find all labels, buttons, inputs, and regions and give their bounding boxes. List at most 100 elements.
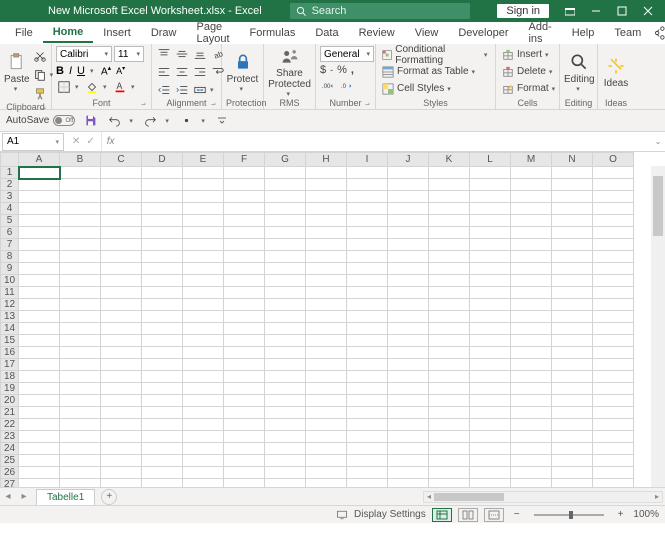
cell[interactable] [19, 431, 60, 443]
cell[interactable] [388, 227, 429, 239]
cell[interactable] [183, 323, 224, 335]
cell[interactable] [101, 395, 142, 407]
cell[interactable] [593, 407, 634, 419]
cell[interactable] [60, 395, 101, 407]
cell[interactable] [265, 203, 306, 215]
save-button[interactable] [81, 112, 99, 130]
cell[interactable] [224, 215, 265, 227]
cell[interactable] [142, 335, 183, 347]
cell[interactable] [552, 215, 593, 227]
cell[interactable] [511, 431, 552, 443]
col-header[interactable]: M [511, 153, 552, 167]
zoom-in-button[interactable]: + [614, 509, 628, 520]
row-header[interactable]: 9 [1, 263, 19, 275]
cell[interactable] [388, 479, 429, 488]
cell[interactable] [265, 275, 306, 287]
col-header[interactable]: B [60, 153, 101, 167]
cell[interactable] [511, 203, 552, 215]
cell[interactable] [224, 227, 265, 239]
cell[interactable] [183, 335, 224, 347]
cell[interactable] [306, 179, 347, 191]
cell[interactable] [183, 167, 224, 179]
cell[interactable] [265, 263, 306, 275]
cell[interactable] [593, 191, 634, 203]
cell[interactable] [470, 239, 511, 251]
cell[interactable] [101, 251, 142, 263]
cell[interactable] [429, 383, 470, 395]
share-button[interactable] [651, 26, 665, 40]
cell[interactable] [593, 299, 634, 311]
align-bottom-button[interactable] [192, 46, 208, 62]
touch-mouse-mode-button[interactable] [177, 112, 195, 130]
cell[interactable] [470, 431, 511, 443]
cell[interactable] [183, 251, 224, 263]
cell[interactable] [347, 419, 388, 431]
cell[interactable] [60, 299, 101, 311]
cell[interactable] [142, 227, 183, 239]
cell[interactable] [142, 167, 183, 179]
cell[interactable] [101, 335, 142, 347]
tab-insert[interactable]: Insert [93, 24, 141, 42]
row-header[interactable]: 26 [1, 467, 19, 479]
col-header[interactable]: N [552, 153, 593, 167]
cell[interactable] [552, 479, 593, 488]
cell[interactable] [101, 467, 142, 479]
cell[interactable] [60, 443, 101, 455]
cell[interactable] [429, 203, 470, 215]
cell[interactable] [224, 287, 265, 299]
cell[interactable] [265, 227, 306, 239]
cell[interactable] [142, 431, 183, 443]
decrease-indent-button[interactable] [156, 82, 172, 98]
cell[interactable] [388, 203, 429, 215]
cell[interactable] [429, 311, 470, 323]
decrease-decimal-button[interactable]: .0 [339, 78, 355, 94]
cell[interactable] [183, 263, 224, 275]
cell[interactable] [470, 443, 511, 455]
row-header[interactable]: 18 [1, 371, 19, 383]
col-header[interactable]: F [224, 153, 265, 167]
cell[interactable] [60, 323, 101, 335]
cell[interactable] [388, 431, 429, 443]
cell[interactable] [429, 227, 470, 239]
cell[interactable] [19, 263, 60, 275]
cancel-formula-button[interactable]: ✕ [72, 136, 80, 147]
cell[interactable] [470, 395, 511, 407]
minimize-button[interactable] [583, 0, 609, 22]
tab-view[interactable]: View [405, 24, 449, 42]
format-cells-button[interactable]: Format▾ [500, 81, 560, 96]
row-header[interactable]: 12 [1, 299, 19, 311]
cell[interactable] [429, 479, 470, 488]
currency-button[interactable]: $ [320, 64, 326, 76]
cell[interactable] [183, 431, 224, 443]
cell[interactable] [183, 479, 224, 488]
cell[interactable] [19, 323, 60, 335]
col-header[interactable]: K [429, 153, 470, 167]
formula-input[interactable] [120, 132, 651, 151]
tab-developer[interactable]: Developer [448, 24, 518, 42]
cell[interactable] [593, 467, 634, 479]
cell[interactable] [19, 275, 60, 287]
cell[interactable] [60, 167, 101, 179]
cell[interactable] [306, 335, 347, 347]
cell[interactable] [470, 335, 511, 347]
cell[interactable] [224, 335, 265, 347]
cell[interactable] [306, 275, 347, 287]
cell[interactable] [19, 395, 60, 407]
redo-button[interactable] [141, 112, 159, 130]
comma-button[interactable]: , [351, 64, 354, 76]
share-protected-button[interactable]: Share Protected ▾ [268, 46, 311, 98]
align-middle-button[interactable] [174, 46, 190, 62]
zoom-out-button[interactable]: − [510, 509, 524, 520]
cell[interactable] [60, 407, 101, 419]
cell[interactable] [306, 167, 347, 179]
delete-cells-button[interactable]: Delete▾ [500, 64, 557, 79]
tab-home[interactable]: Home [43, 23, 94, 43]
cell[interactable] [19, 311, 60, 323]
cell[interactable] [306, 371, 347, 383]
cell[interactable] [306, 479, 347, 488]
cell[interactable] [429, 179, 470, 191]
cell[interactable] [511, 335, 552, 347]
cell[interactable] [224, 191, 265, 203]
cell[interactable] [429, 467, 470, 479]
cell[interactable] [60, 179, 101, 191]
